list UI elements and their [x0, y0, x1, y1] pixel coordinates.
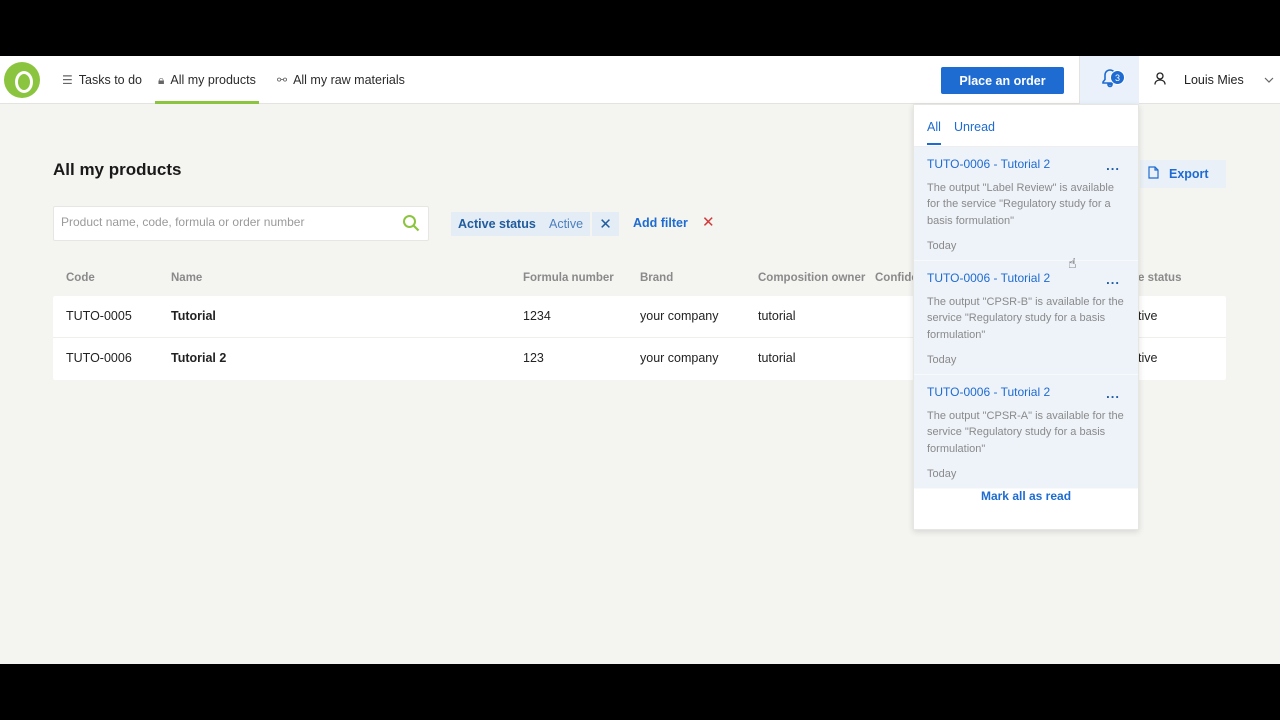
column-header-brand[interactable]: Brand	[640, 272, 673, 284]
cell-brand: your company	[640, 309, 719, 323]
place-order-button[interactable]: Place an order	[941, 67, 1064, 94]
tab-all[interactable]: All	[927, 120, 941, 145]
search-input[interactable]	[61, 215, 391, 229]
cell-status: tive	[1138, 351, 1158, 365]
chevron-down-icon	[1264, 75, 1274, 86]
user-icon	[1154, 72, 1166, 88]
app-window: ☰ Tasks to do 🔒︎ All my products ⚯ All m…	[0, 56, 1280, 664]
column-header-active-status[interactable]: e status	[1138, 272, 1181, 284]
nav-all-my-products[interactable]: 🔒︎ All my products	[155, 56, 259, 104]
notification-count-badge: 3	[1110, 70, 1125, 85]
notification-item[interactable]: TUTO-0006 - Tutorial 2 ... The output "C…	[914, 375, 1138, 489]
filter-chip-value[interactable]: Active	[542, 212, 591, 236]
notifications-panel: All Unread TUTO-0006 - Tutorial 2 ... Th…	[913, 104, 1139, 530]
more-options-icon[interactable]: ...	[1106, 158, 1120, 173]
remove-filter-icon[interactable]: ✕	[592, 212, 619, 236]
filter-chip-key[interactable]: Active status	[451, 212, 543, 236]
column-header-composition-owner[interactable]: Composition owner	[758, 272, 865, 284]
cell-code: TUTO-0006	[66, 351, 132, 365]
notification-body: The output "CPSR-A" is available for the…	[927, 410, 1124, 455]
notification-time: Today	[927, 240, 957, 252]
cell-owner: tutorial	[758, 309, 796, 323]
hand-cursor-icon: ☝	[1068, 255, 1077, 271]
cell-owner: tutorial	[758, 351, 796, 365]
notification-item[interactable]: TUTO-0006 - Tutorial 2 ... The output "C…	[914, 261, 1138, 375]
more-options-icon[interactable]: ...	[1106, 386, 1120, 401]
notification-title[interactable]: TUTO-0006 - Tutorial 2	[927, 271, 1126, 285]
nav-raw-materials-label: All my raw materials	[293, 73, 405, 87]
search-box[interactable]	[53, 206, 429, 241]
cell-status: tive	[1138, 309, 1158, 323]
cell-code: TUTO-0005	[66, 309, 132, 323]
cell-name: Tutorial	[171, 309, 216, 323]
cell-formula: 1234	[523, 309, 551, 323]
top-navigation-bar: ☰ Tasks to do 🔒︎ All my products ⚯ All m…	[0, 56, 1280, 104]
nav-products-label: All my products	[170, 73, 256, 87]
column-header-formula-number[interactable]: Formula number	[523, 272, 614, 284]
tab-unread[interactable]: Unread	[954, 120, 995, 134]
column-header-confidentiality[interactable]: Confide	[875, 272, 918, 284]
export-button[interactable]: Export	[1140, 160, 1226, 188]
search-icon[interactable]	[402, 214, 420, 232]
notification-body: The output "Label Review" is available f…	[927, 182, 1114, 227]
user-name: Louis Mies	[1184, 73, 1244, 87]
nav-all-my-raw-materials[interactable]: ⚯ All my raw materials	[277, 56, 405, 104]
notifications-button[interactable]	[1079, 56, 1139, 104]
cell-formula: 123	[523, 351, 544, 365]
mark-all-read-button[interactable]: Mark all as read	[914, 489, 1138, 503]
notification-body: The output "CPSR-B" is available for the…	[927, 296, 1124, 341]
clear-filters-icon[interactable]: ✕	[702, 213, 715, 231]
notification-tabs: All Unread	[914, 105, 1138, 147]
add-filter-button[interactable]: Add filter	[633, 216, 688, 230]
more-options-icon[interactable]: ...	[1106, 272, 1120, 287]
lock-icon: 🔒︎	[158, 72, 165, 87]
raw-materials-icon: ⚯	[277, 73, 288, 87]
notification-item[interactable]: TUTO-0006 - Tutorial 2 ... The output "L…	[914, 147, 1138, 261]
user-menu[interactable]: Louis Mies	[1154, 56, 1274, 104]
export-label: Export	[1169, 167, 1209, 181]
cell-brand: your company	[640, 351, 719, 365]
notification-title[interactable]: TUTO-0006 - Tutorial 2	[927, 385, 1126, 399]
column-header-code[interactable]: Code	[66, 272, 95, 284]
brand-logo[interactable]	[4, 62, 40, 98]
cell-name: Tutorial 2	[171, 351, 227, 365]
column-header-name[interactable]: Name	[171, 272, 202, 284]
nav-tasks-label: Tasks to do	[78, 73, 142, 87]
notification-title[interactable]: TUTO-0006 - Tutorial 2	[927, 157, 1126, 171]
page-title: All my products	[53, 160, 182, 179]
notification-time: Today	[927, 468, 957, 480]
notification-time: Today	[927, 354, 957, 366]
nav-tasks-to-do[interactable]: ☰ Tasks to do	[62, 56, 142, 104]
file-icon	[1148, 166, 1159, 182]
task-list-icon: ☰	[62, 73, 73, 87]
